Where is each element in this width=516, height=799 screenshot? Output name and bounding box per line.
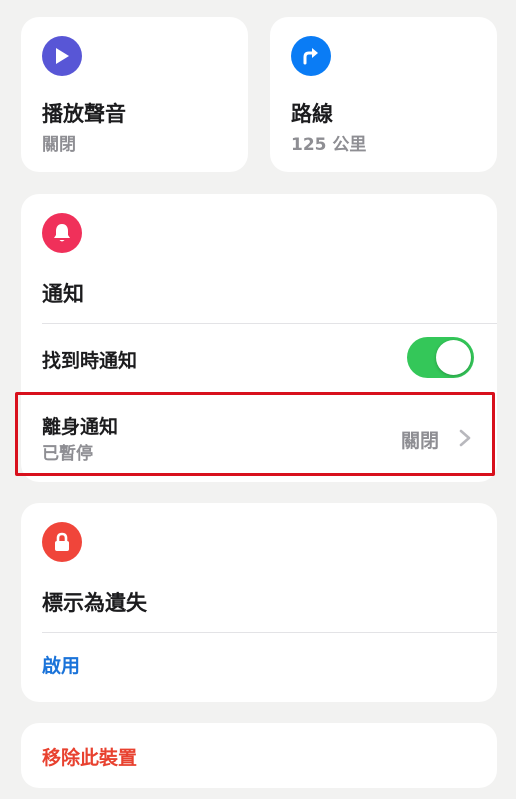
toggle-knob xyxy=(436,340,471,375)
notify-when-left-behind-row[interactable]: 離身通知 已暫停 關閉 xyxy=(21,394,497,480)
play-sound-status: 關閉 xyxy=(42,135,76,155)
enable-lost-mode-button[interactable]: 啟用 xyxy=(42,651,80,678)
bell-icon xyxy=(42,213,82,253)
notify-when-left-behind-status: 已暫停 xyxy=(42,444,93,464)
lost-mode-card: 標示為遺失 啟用 xyxy=(21,503,497,702)
notify-when-left-behind-label: 離身通知 xyxy=(42,416,119,438)
remove-device-card: 移除此裝置 xyxy=(21,723,497,788)
play-sound-tile[interactable]: 播放聲音 關閉 xyxy=(21,17,248,172)
notify-when-found-label: 找到時通知 xyxy=(42,350,138,372)
notifications-title: 通知 xyxy=(42,282,84,306)
remove-device-button[interactable]: 移除此裝置 xyxy=(42,743,137,770)
device-details-panel: 播放聲音 關閉 路線 125 公里 通知 找到時通知 離身通知 已暫停 關閉 標… xyxy=(0,0,516,799)
notifications-card: 通知 找到時通知 離身通知 已暫停 關閉 xyxy=(21,194,497,482)
divider xyxy=(42,323,497,324)
play-icon xyxy=(42,36,82,76)
chevron-right-icon xyxy=(459,429,471,447)
route-distance: 125 公里 xyxy=(291,135,367,155)
divider xyxy=(42,632,497,633)
notify-when-left-behind-value: 關閉 xyxy=(400,430,439,452)
notify-when-found-toggle[interactable] xyxy=(407,337,474,378)
turn-right-arrow-icon xyxy=(291,36,331,76)
route-title: 路線 xyxy=(291,102,333,126)
lock-icon xyxy=(42,522,82,562)
route-tile[interactable]: 路線 125 公里 xyxy=(270,17,497,172)
play-sound-title: 播放聲音 xyxy=(42,102,126,126)
lost-mode-title: 標示為遺失 xyxy=(42,591,147,615)
